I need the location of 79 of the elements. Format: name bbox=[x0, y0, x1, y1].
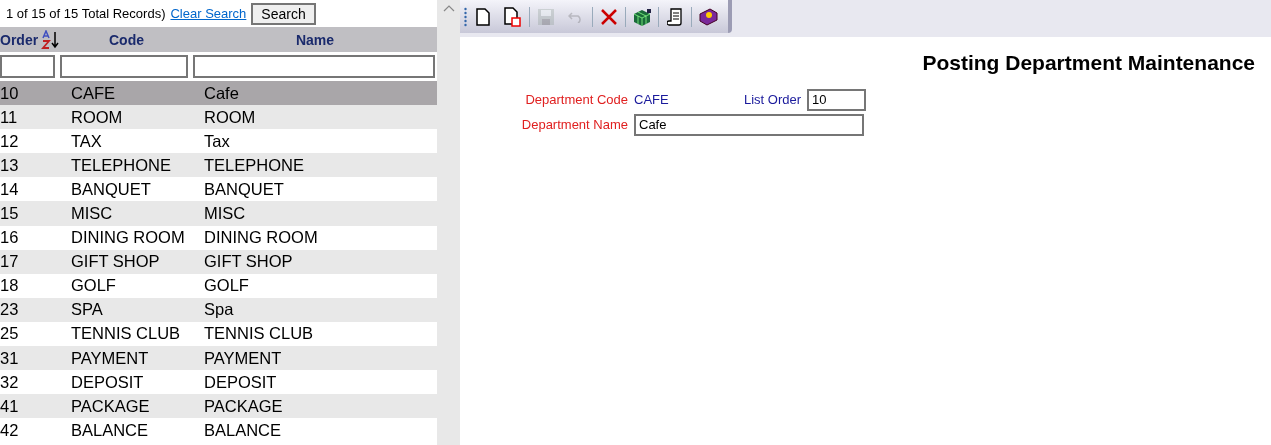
table-cell: PAYMENT bbox=[71, 348, 149, 367]
table-cell: Tax bbox=[204, 131, 230, 150]
table-cell: 23 bbox=[0, 300, 19, 319]
table-cell: PACKAGE bbox=[204, 396, 283, 415]
clear-search-link[interactable]: Clear Search bbox=[170, 6, 247, 21]
department-name-field[interactable]: Cafe bbox=[634, 113, 864, 136]
help-book-icon bbox=[698, 7, 718, 26]
table-cell: BANQUET bbox=[71, 179, 151, 198]
table-row[interactable]: 10 CAFE Cafe bbox=[0, 81, 437, 106]
table-cell: Cafe bbox=[204, 83, 239, 102]
table-cell: SPA bbox=[71, 300, 103, 319]
table-cell: CAFE bbox=[71, 83, 115, 102]
table-cell: DINING ROOM bbox=[204, 228, 318, 247]
table-cell: TENNIS CLUB bbox=[71, 324, 181, 343]
table-cell: 32 bbox=[0, 372, 19, 391]
grip-icon[interactable] bbox=[464, 6, 467, 27]
table-row[interactable]: 23 SPA Spa bbox=[0, 297, 437, 322]
table-cell: TELEPHONE bbox=[71, 155, 171, 174]
table-cell: GOLF bbox=[204, 276, 249, 295]
table-cell: 31 bbox=[0, 348, 19, 367]
table-row[interactable]: 17 GIFT SHOP GIFT SHOP bbox=[0, 249, 437, 274]
table-cell: TELEPHONE bbox=[204, 155, 304, 174]
table-cell: ROOM bbox=[71, 107, 123, 126]
scroll-icon bbox=[667, 7, 683, 26]
table-cell: 25 bbox=[0, 324, 19, 343]
column-header[interactable]: Name bbox=[295, 31, 335, 48]
undo-icon bbox=[568, 10, 584, 23]
record-count: 1 of 15 of 15 Total Records) bbox=[6, 6, 166, 21]
field-label: List Order bbox=[744, 92, 802, 107]
collapse-caret-icon[interactable] bbox=[442, 4, 455, 12]
table-cell: 14 bbox=[0, 179, 19, 198]
table-cell: BALANCE bbox=[71, 420, 149, 439]
table-cell: DEPOSIT bbox=[71, 372, 144, 391]
filter-field[interactable] bbox=[0, 55, 55, 78]
table-row[interactable]: 13 TELEPHONE TELEPHONE bbox=[0, 153, 437, 178]
table-cell: 17 bbox=[0, 252, 19, 271]
table-cell: BANQUET bbox=[204, 179, 284, 198]
copy-document-icon bbox=[504, 6, 522, 27]
table-cell: 12 bbox=[0, 131, 19, 150]
new-document-icon bbox=[476, 7, 490, 26]
table-cell: 10 bbox=[0, 83, 19, 102]
table-cell: 13 bbox=[0, 155, 19, 174]
close-icon bbox=[600, 7, 618, 26]
table-row[interactable]: 31 PAYMENT PAYMENT bbox=[0, 346, 437, 371]
table-cell: DEPOSIT bbox=[204, 372, 277, 391]
table-cell: 11 bbox=[0, 107, 18, 126]
table-cell: Spa bbox=[204, 300, 234, 319]
table-cell: 42 bbox=[0, 420, 19, 439]
field-label: Department Code bbox=[524, 92, 628, 107]
table-row[interactable]: 15 MISC MISC bbox=[0, 201, 437, 226]
table-cell: TENNIS CLUB bbox=[204, 324, 314, 343]
sort-ascending-icon[interactable] bbox=[41, 29, 60, 50]
column-header[interactable]: Order bbox=[0, 31, 39, 48]
table-cell: GIFT SHOP bbox=[204, 252, 293, 271]
table-cell: 41 bbox=[0, 396, 19, 415]
filter-field[interactable] bbox=[60, 55, 188, 78]
list-order-field[interactable]: 10 bbox=[807, 88, 867, 111]
field-label: Department Name bbox=[520, 117, 628, 132]
table-cell: GIFT SHOP bbox=[71, 252, 160, 271]
table-cell: MISC bbox=[204, 204, 246, 222]
page-title: Posting Department Maintenance bbox=[922, 51, 1255, 75]
table-row[interactable]: 11 ROOM ROOM bbox=[0, 105, 437, 130]
table-row[interactable]: 41 PACKAGE PACKAGE bbox=[0, 394, 437, 419]
table-cell: 15 bbox=[0, 204, 19, 222]
table-cell: 16 bbox=[0, 228, 19, 247]
search-button[interactable]: Search bbox=[251, 2, 316, 25]
table-cell: 18 bbox=[0, 276, 19, 295]
table-cell: MISC bbox=[71, 204, 113, 222]
table-cell: DINING ROOM bbox=[71, 228, 185, 247]
table-cell: PAYMENT bbox=[204, 348, 282, 367]
table-cell: PACKAGE bbox=[71, 396, 150, 415]
table-cell: TAX bbox=[71, 131, 102, 150]
grid-cube-icon bbox=[632, 7, 652, 26]
table-cell: BALANCE bbox=[204, 420, 282, 439]
department-code-value: CAFE bbox=[634, 92, 670, 107]
column-header[interactable]: Code bbox=[109, 31, 144, 48]
filter-field[interactable] bbox=[193, 55, 435, 78]
table-cell: GOLF bbox=[71, 276, 116, 295]
table-cell: ROOM bbox=[204, 107, 256, 126]
